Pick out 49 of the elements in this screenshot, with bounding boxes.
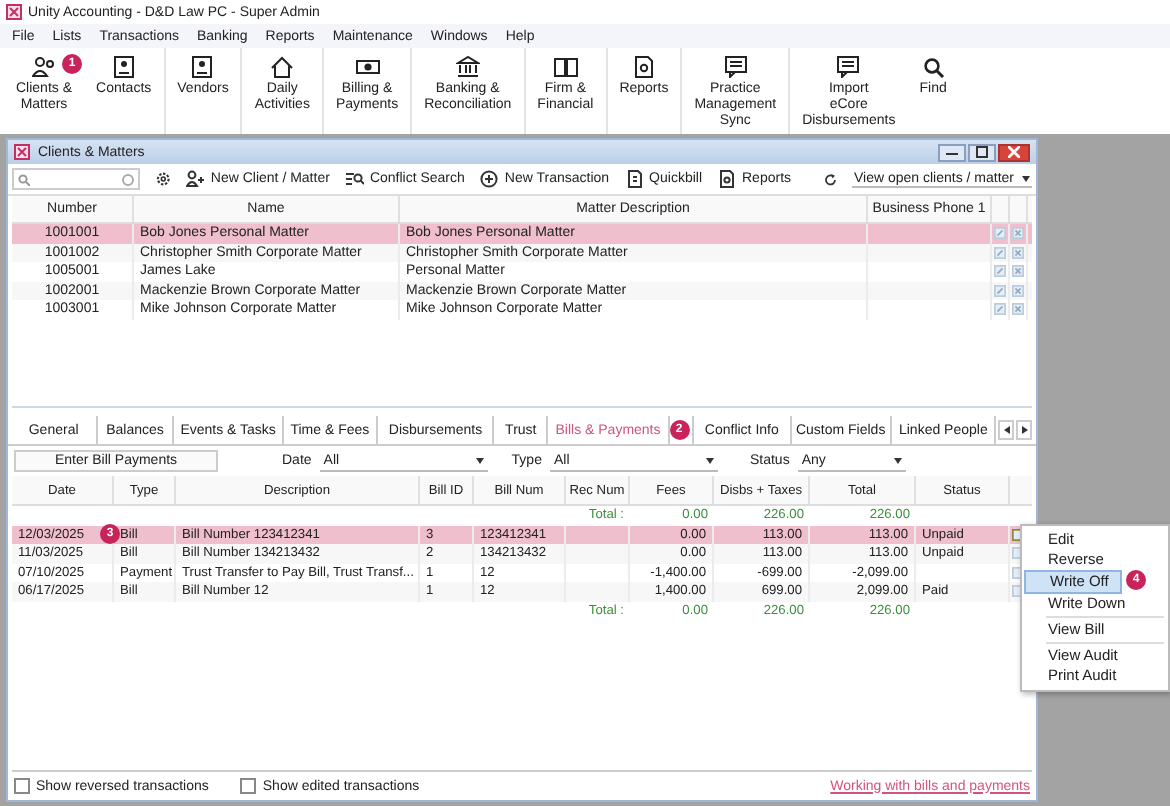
caret-icon [475, 457, 484, 463]
delete-icon[interactable] [1012, 245, 1024, 260]
house-icon [270, 56, 295, 78]
plus-circle-icon [480, 170, 499, 188]
restore-button[interactable] [968, 143, 996, 161]
list-search-icon [345, 170, 364, 188]
clients-icon [32, 56, 56, 78]
window-logo-icon [14, 144, 30, 160]
pencil-icon[interactable] [994, 302, 1006, 317]
bank-icon [455, 56, 480, 78]
settings-icon[interactable] [156, 170, 171, 188]
right-arrow-icon [1021, 426, 1028, 434]
minimize-button[interactable] [938, 143, 966, 161]
document-search-icon [631, 56, 656, 78]
left-arrow-icon [1003, 426, 1010, 434]
document-search-icon [718, 170, 736, 188]
caret-icon [705, 457, 714, 463]
book-icon [553, 56, 578, 78]
caret-icon [893, 457, 902, 463]
pencil-icon[interactable] [994, 245, 1006, 260]
search-field[interactable] [12, 168, 141, 190]
minimize-icon [946, 148, 958, 156]
caret-icon [1022, 175, 1030, 181]
document-icon [625, 170, 644, 188]
clear-icon[interactable] [122, 173, 135, 185]
delete-icon[interactable] [1012, 302, 1024, 317]
restore-icon [976, 146, 988, 158]
pencil-icon[interactable] [994, 264, 1006, 279]
money-icon [355, 56, 380, 78]
scroll-right-button[interactable] [1016, 420, 1032, 440]
pencil-icon[interactable] [994, 226, 1006, 241]
contact-card-icon [111, 56, 136, 78]
refresh-icon[interactable] [823, 171, 836, 187]
delete-icon[interactable] [1012, 226, 1024, 241]
close-icon [1008, 146, 1020, 158]
pencil-icon[interactable] [994, 283, 1006, 298]
contact-card-icon [190, 56, 215, 78]
scroll-left-button[interactable] [998, 420, 1015, 440]
app-logo-icon [6, 4, 22, 20]
delete-icon[interactable] [1012, 283, 1024, 298]
search-icon [18, 173, 30, 185]
chat-icon [723, 56, 748, 78]
checkbox[interactable] [14, 778, 30, 794]
add-person-icon [186, 170, 205, 188]
chat-icon [836, 56, 861, 78]
checkbox[interactable] [240, 778, 257, 794]
delete-icon[interactable] [1012, 264, 1024, 279]
close-button[interactable] [998, 143, 1030, 161]
search-icon [921, 56, 946, 78]
